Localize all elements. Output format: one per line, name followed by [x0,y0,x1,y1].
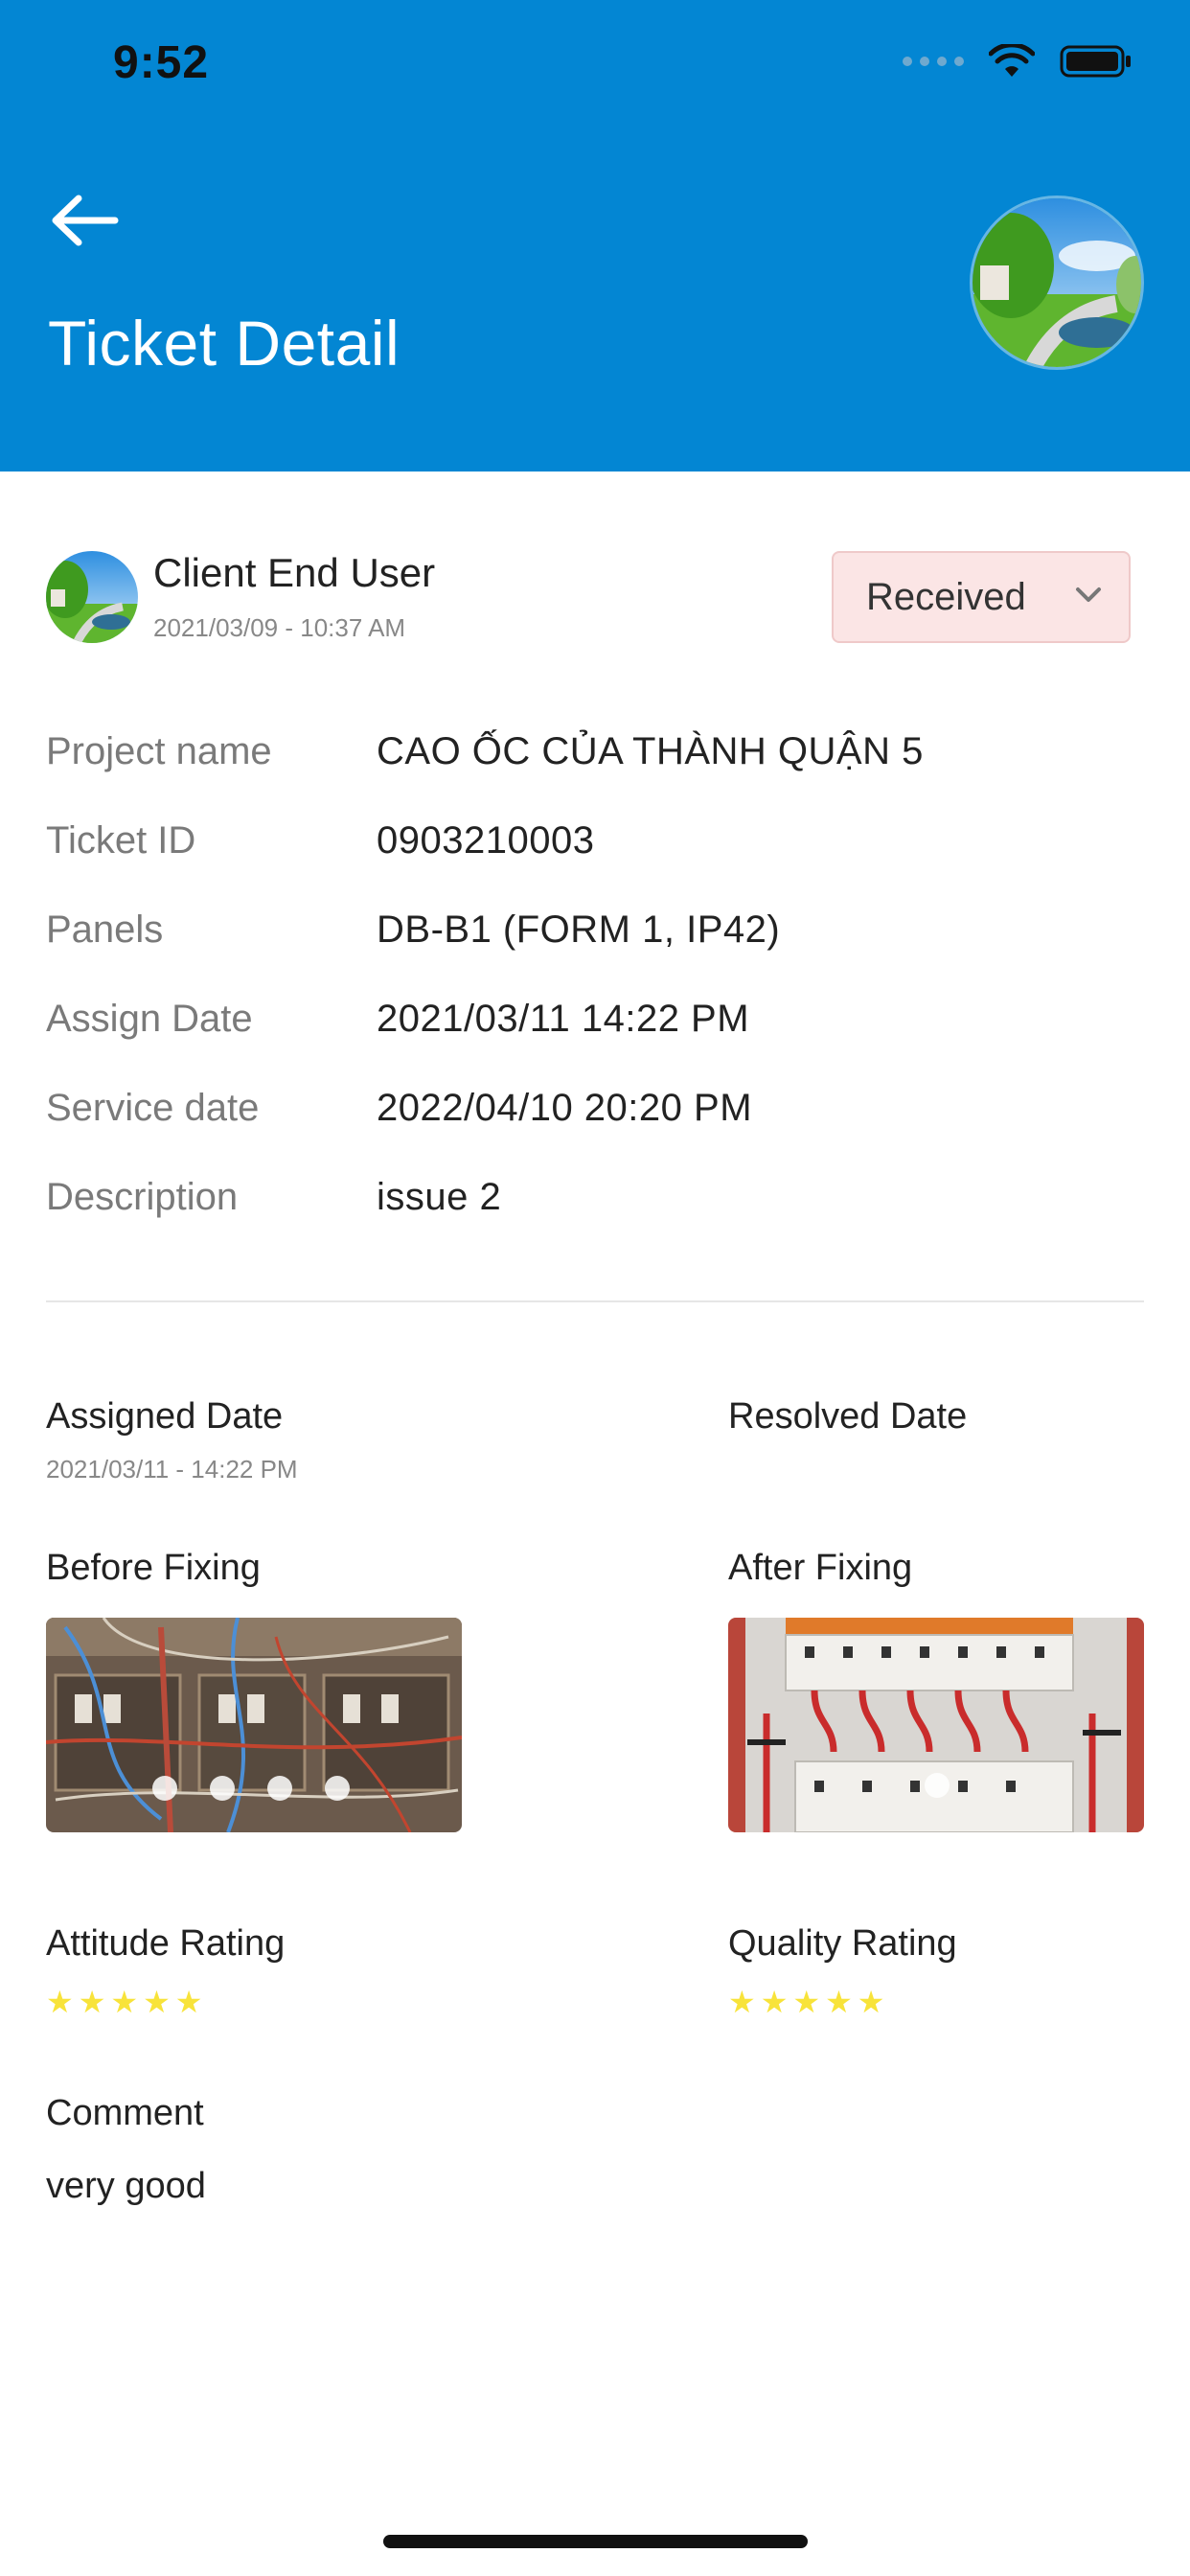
user-avatar-image [46,551,138,643]
section-divider [46,1300,1144,1302]
user-avatar [46,551,138,643]
attitude-rating-label: Attitude Rating [46,1923,286,1964]
ticket-id-label: Ticket ID [46,819,196,862]
description-row: Description issue 2 [46,1176,1148,1233]
avatar-image [973,198,1141,367]
comment-label: Comment [46,2093,204,2133]
user-timestamp: 2021/03/09 - 10:37 AM [153,613,406,642]
resolved-date-label: Resolved Date [728,1396,968,1437]
user-name: Client End User [153,550,436,595]
before-fixing-label: Before Fixing [46,1548,261,1588]
page-title: Ticket Detail [48,308,400,379]
before-fixing-image [46,1618,462,1832]
star-icon: ★ [78,1985,106,2019]
star-icon: ★ [728,1985,756,2019]
carousel-dot[interactable] [325,1776,350,1801]
comment-value: very good [46,2166,206,2206]
home-indicator[interactable] [383,2535,808,2548]
panels-label: Panels [46,908,164,951]
quality-rating-stars: ★ ★ ★ ★ ★ [728,1987,884,2017]
assign-date-label: Assign Date [46,998,253,1040]
panels-value: DB-B1 (FORM 1, IP42) [377,908,781,951]
after-fixing-label: After Fixing [728,1548,913,1588]
assign-date-value: 2021/03/11 14:22 PM [377,998,750,1040]
star-icon: ★ [825,1985,853,2019]
project-name-label: Project name [46,730,272,772]
description-value: issue 2 [377,1176,502,1218]
star-icon: ★ [143,1985,171,2019]
service-date-label: Service date [46,1087,260,1129]
battery-icon [1060,45,1131,78]
status-value: Received [866,575,1026,618]
app-header: 9:52 Ticket Detail [0,0,1190,472]
ticket-id-row: Ticket ID 0903210003 [46,819,1148,877]
back-arrow-icon [52,195,119,246]
status-time: 9:52 [113,37,210,88]
ticket-id-value: 0903210003 [377,819,595,862]
star-icon: ★ [857,1985,885,2019]
description-label: Description [46,1176,239,1218]
chevron-down-icon [1076,587,1101,602]
attitude-rating-stars: ★ ★ ★ ★ ★ [46,1987,202,2017]
project-name-value: CAO ỐC CỦA THÀNH QUẬN 5 [377,730,924,772]
carousel-dot[interactable] [267,1776,292,1801]
carousel-dot[interactable] [925,1773,950,1798]
star-icon: ★ [792,1985,821,2019]
signal-icon [903,57,964,66]
assigned-date-value: 2021/03/11 - 14:22 PM [46,1455,298,1484]
after-fixing-photo[interactable] [728,1618,1144,1832]
assigned-date-label: Assigned Date [46,1396,284,1437]
wifi-icon [989,44,1035,77]
status-dropdown[interactable]: Received [832,551,1131,643]
quality-rating-label: Quality Rating [728,1923,957,1964]
project-name-row: Project name CAO ỐC CỦA THÀNH QUẬN 5 [46,730,1148,788]
carousel-dot[interactable] [210,1776,235,1801]
panels-row: Panels DB-B1 (FORM 1, IP42) [46,908,1148,966]
star-icon: ★ [46,1985,74,2019]
star-icon: ★ [110,1985,139,2019]
header-avatar[interactable] [970,196,1144,370]
status-icons [903,44,1133,79]
service-date-value: 2022/04/10 20:20 PM [377,1087,753,1129]
before-fixing-photo[interactable] [46,1618,462,1832]
assign-date-row: Assign Date 2021/03/11 14:22 PM [46,998,1148,1055]
back-button[interactable] [48,187,125,254]
after-fixing-image [728,1618,1144,1832]
star-icon: ★ [760,1985,789,2019]
service-date-row: Service date 2022/04/10 20:20 PM [46,1087,1148,1144]
carousel-dot[interactable] [152,1776,177,1801]
star-icon: ★ [174,1985,203,2019]
